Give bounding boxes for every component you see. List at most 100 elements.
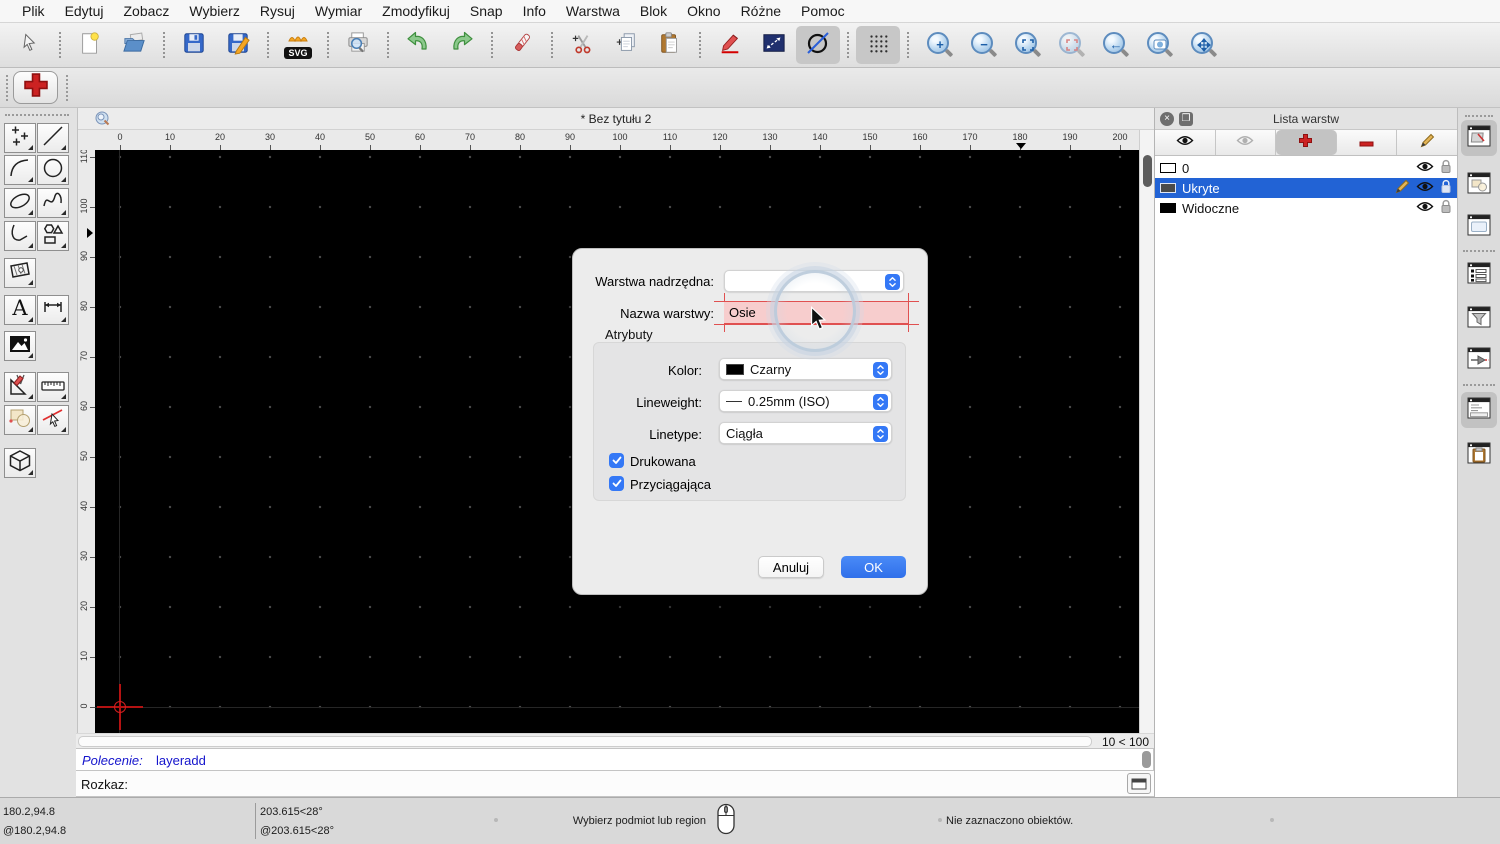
ok-button[interactable]: OK (841, 556, 906, 578)
redo-button[interactable] (440, 26, 484, 64)
new-file-button[interactable] (68, 26, 112, 64)
layer-row-ukryte[interactable]: Ukryte (1155, 178, 1457, 198)
document-tab-bar[interactable]: * Bez tytułu 2 (78, 108, 1154, 130)
dock-entity-list-button[interactable] (1461, 257, 1497, 293)
scrollbar-thumb[interactable] (78, 736, 1092, 747)
tool-image[interactable] (4, 331, 36, 361)
isometric-projection-button[interactable] (796, 26, 840, 64)
tool-select[interactable] (37, 405, 69, 435)
grid-toggle-button[interactable] (856, 26, 900, 64)
tool-shapes[interactable] (37, 221, 69, 251)
print-preview-button[interactable] (336, 26, 380, 64)
select-arrow-button[interactable] (8, 26, 52, 64)
palette-handle[interactable] (5, 114, 69, 116)
remove-layer-button[interactable] (1337, 130, 1398, 155)
dock-pen-settings-button[interactable] (1461, 342, 1497, 378)
tool-dimension[interactable] (37, 295, 69, 325)
tool-polyline[interactable] (4, 221, 36, 251)
toolbar-handle[interactable] (6, 75, 8, 101)
delete-entities-button[interactable] (500, 26, 544, 64)
menu-info[interactable]: Info (513, 3, 556, 19)
tool-hatch[interactable] (4, 258, 36, 288)
svg-export-button[interactable]: SVG (276, 26, 320, 64)
edit-layer-button[interactable] (1397, 130, 1457, 155)
layer-visibility-eye-icon[interactable] (1416, 160, 1434, 176)
dock-command-line-button[interactable] (1461, 392, 1497, 428)
command-input[interactable] (134, 773, 1194, 794)
menu-wymiar[interactable]: Wymiar (305, 3, 372, 19)
copy-button[interactable] (604, 26, 648, 64)
layer-visibility-eye-icon[interactable] (1416, 200, 1434, 216)
menu-wybierz[interactable]: Wybierz (179, 3, 249, 19)
zoom-window-button[interactable] (1136, 26, 1180, 64)
toolbar-handle[interactable] (66, 75, 68, 101)
parent-layer-select[interactable] (724, 270, 904, 292)
dock-clipboard-panel-button[interactable] (1461, 437, 1497, 473)
detach-command-window-button[interactable] (1127, 773, 1151, 794)
tool-measure[interactable] (37, 372, 69, 402)
zoom-pan-button[interactable] (1180, 26, 1224, 64)
dock-block-list-button[interactable] (1461, 167, 1497, 203)
undo-button[interactable] (396, 26, 440, 64)
layer-row-widoczne[interactable]: Widoczne (1155, 198, 1457, 218)
distance-info-button[interactable] (752, 26, 796, 64)
menu-zobacz[interactable]: Zobacz (113, 3, 179, 19)
canvas-horizontal-scrollbar[interactable]: 10 < 100 (76, 733, 1154, 749)
layer-row-0[interactable]: 0 (1155, 158, 1457, 178)
tool-line[interactable] (37, 123, 69, 153)
tool-points[interactable] (4, 123, 36, 153)
menu-snap[interactable]: Snap (460, 3, 513, 19)
zoom-selection-button[interactable] (1048, 26, 1092, 64)
layer-visibility-eye-icon[interactable] (1416, 180, 1434, 196)
layer-lock-icon[interactable] (1440, 159, 1452, 177)
color-select[interactable]: Czarny (719, 358, 892, 380)
add-layer-button[interactable] (13, 71, 58, 104)
paste-button[interactable] (648, 26, 692, 64)
tool-solid[interactable] (4, 448, 36, 478)
zoom-previous-button[interactable]: ← (1092, 26, 1136, 64)
menu-plik[interactable]: Plik (12, 3, 55, 19)
printable-checkbox[interactable] (609, 453, 624, 468)
layer-lock-icon[interactable] (1440, 199, 1452, 217)
history-scrollbar-thumb[interactable] (1142, 751, 1151, 768)
menu-rysuj[interactable]: Rysuj (250, 3, 305, 19)
cut-button[interactable] (560, 26, 604, 64)
tool-ellipse[interactable] (4, 188, 36, 218)
linetype-select[interactable]: Ciągła (719, 422, 892, 444)
menu-pomoc[interactable]: Pomoc (791, 3, 855, 19)
menu-zmodyfikuj[interactable]: Zmodyfikuj (372, 3, 460, 19)
save-file-as-button[interactable] (216, 26, 260, 64)
add-layer-button[interactable] (1276, 130, 1337, 155)
edit-pencil-icon[interactable] (1395, 179, 1410, 197)
menu-warstwa[interactable]: Warstwa (556, 3, 630, 19)
tool-draft[interactable] (4, 372, 36, 402)
hide-all-layers-button[interactable] (1216, 130, 1277, 155)
menu-rne[interactable]: Różne (731, 3, 791, 19)
dock-handle[interactable] (1465, 115, 1493, 117)
dock-library-browser-button[interactable] (1461, 209, 1497, 245)
dock-selection-filter-button[interactable] (1461, 301, 1497, 337)
tool-spline[interactable] (37, 188, 69, 218)
lineweight-select[interactable]: 0.25mm (ISO) (719, 390, 892, 412)
menu-blok[interactable]: Blok (630, 3, 677, 19)
menu-edytuj[interactable]: Edytuj (55, 3, 114, 19)
tool-modify[interactable] (4, 405, 36, 435)
draw-pencil-button[interactable] (708, 26, 752, 64)
menu-okno[interactable]: Okno (677, 3, 730, 19)
tool-arc[interactable] (4, 155, 36, 185)
tool-circle[interactable] (37, 155, 69, 185)
layer-name-input[interactable]: Osie (724, 301, 908, 324)
tool-text[interactable]: A (4, 295, 36, 325)
zoom-auto-button[interactable] (1004, 26, 1048, 64)
zoom-in-button[interactable]: + (916, 26, 960, 64)
layer-lock-icon[interactable] (1440, 179, 1452, 197)
dock-layer-list-button[interactable] (1461, 120, 1497, 156)
scrollbar-thumb[interactable] (1143, 155, 1152, 187)
canvas-vertical-scrollbar[interactable] (1139, 130, 1154, 748)
snapping-checkbox[interactable] (609, 476, 624, 491)
show-all-layers-button[interactable] (1155, 130, 1216, 155)
cancel-button[interactable]: Anuluj (758, 556, 824, 578)
open-file-button[interactable] (112, 26, 156, 64)
save-file-button[interactable] (172, 26, 216, 64)
zoom-out-button[interactable]: − (960, 26, 1004, 64)
